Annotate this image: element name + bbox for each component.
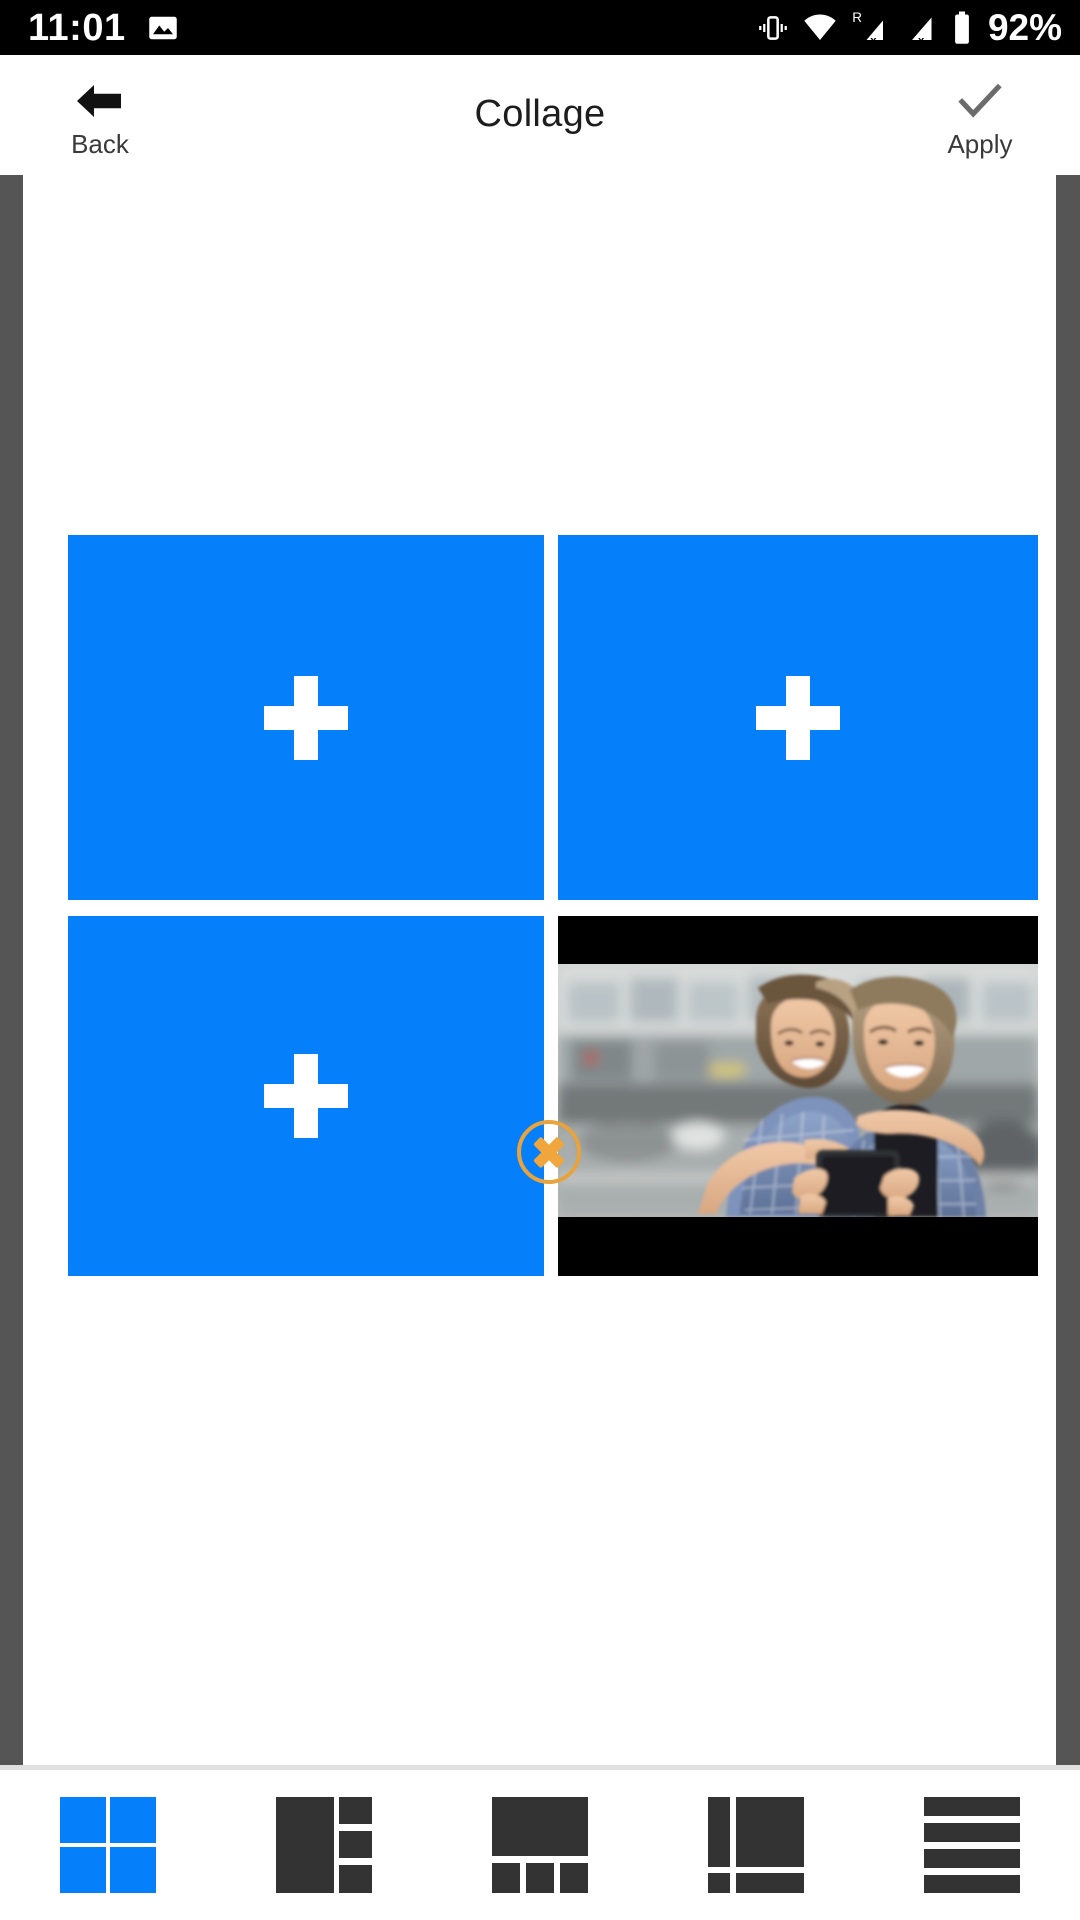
roaming-signal-no-sim-icon: R x: [851, 10, 891, 46]
vibrate-icon: [757, 12, 789, 44]
status-bar: 11:01 R x x 92%: [0, 0, 1080, 55]
close-x-circle-icon[interactable]: [517, 1120, 581, 1184]
check-icon: [958, 79, 1002, 123]
battery-percent: 92%: [987, 7, 1062, 48]
collage-editor-area: [0, 175, 1080, 1765]
collage-cell-2[interactable]: [558, 535, 1038, 900]
photo-letterbox: [558, 916, 1038, 1276]
status-clock: 11:01: [28, 6, 126, 49]
image-icon: [148, 13, 178, 43]
plus-icon: [264, 675, 348, 760]
svg-text:x: x: [918, 34, 925, 45]
svg-text:R: R: [852, 10, 862, 25]
collage-editor-screen: 11:01 R x x 92% Back Collage Apply: [0, 0, 1080, 1920]
layout-template-4[interactable]: [648, 1768, 864, 1920]
apply-button[interactable]: Apply: [880, 55, 1080, 160]
photo-thumbnail: [558, 964, 1038, 1217]
collage-cell-4[interactable]: [558, 916, 1038, 1276]
plus-icon: [756, 675, 840, 760]
svg-text:x: x: [870, 34, 877, 45]
back-button[interactable]: Back: [0, 55, 200, 160]
apply-button-label: Apply: [947, 129, 1013, 159]
page-title: Collage: [474, 93, 606, 135]
layout-template-2[interactable]: [216, 1768, 432, 1920]
collage-canvas[interactable]: [23, 175, 1056, 1765]
layout-template-3[interactable]: [432, 1768, 648, 1920]
app-header: Back Collage Apply: [0, 55, 1080, 175]
x-glyph: [532, 1135, 566, 1169]
signal-no-sim-icon: x: [904, 10, 938, 46]
layout-top-big-three-bottom-icon: [492, 1797, 588, 1893]
collage-cell-3[interactable]: [68, 916, 544, 1276]
layout-left-big-three-right-icon: [276, 1797, 372, 1893]
collage-cell-1[interactable]: [68, 535, 544, 900]
right-rail: [1056, 175, 1080, 1765]
layout-template-5[interactable]: [864, 1768, 1080, 1920]
status-bar-right: R x x 92%: [757, 9, 1062, 46]
arrow-left-icon: [75, 79, 125, 123]
back-button-label: Back: [71, 129, 129, 159]
layout-grid-2x2-icon: [60, 1797, 156, 1893]
layout-left-column-big-right-icon: [708, 1797, 804, 1893]
wifi-icon: [802, 12, 838, 44]
plus-icon: [264, 1054, 348, 1138]
layout-four-rows-icon: [924, 1797, 1020, 1893]
battery-icon: [951, 10, 973, 46]
status-bar-left: 11:01: [28, 9, 178, 47]
layout-template-toolbar: [0, 1765, 1080, 1920]
layout-template-1[interactable]: [0, 1768, 216, 1920]
left-rail: [0, 175, 23, 1765]
